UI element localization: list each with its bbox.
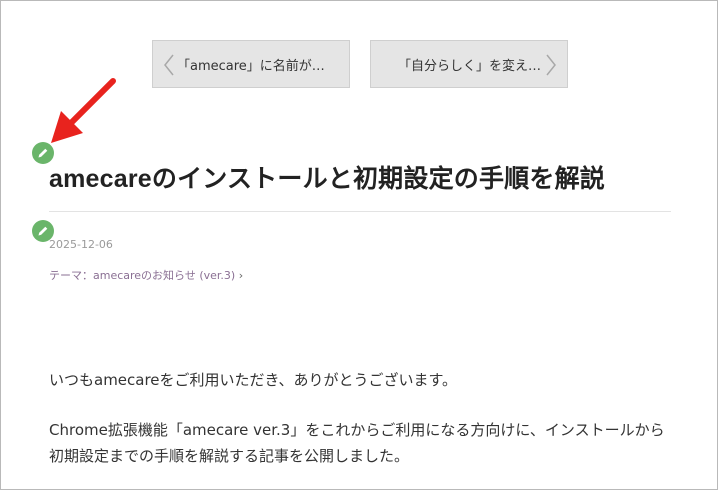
next-article-label: 「自分らしく」を変え… [398, 58, 542, 74]
post-date: 2025-12-06 [49, 238, 113, 251]
chevron-left-icon [164, 54, 174, 76]
pencil-icon [38, 148, 48, 158]
body-paragraph: Chrome拡張機能「amecare ver.3」をこれからご利用になる方向けに… [49, 421, 665, 465]
page-frame: 「amecare」に名前が… 「自分らしく」を変え… amecareのインストー… [0, 0, 718, 490]
chevron-right-icon: › [238, 269, 244, 282]
pencil-icon [38, 226, 48, 236]
next-article-button[interactable]: 「自分らしく」を変え… [370, 40, 568, 88]
theme-link[interactable]: テーマ：amecareのお知らせ (ver.3) › [49, 267, 243, 283]
theme-label: テーマ：amecareのお知らせ (ver.3) [49, 269, 236, 282]
prev-article-button[interactable]: 「amecare」に名前が… [152, 40, 350, 88]
title-divider [49, 211, 671, 212]
prev-article-label: 「amecare」に名前が… [177, 58, 325, 74]
page-title: amecareのインストールと初期設定の手順を解説 [49, 165, 605, 193]
red-arrow-icon [51, 78, 116, 143]
body-paragraph: いつもamecareをご利用いただき、ありがとうございます。 [49, 371, 457, 389]
chevron-right-icon [546, 54, 556, 76]
